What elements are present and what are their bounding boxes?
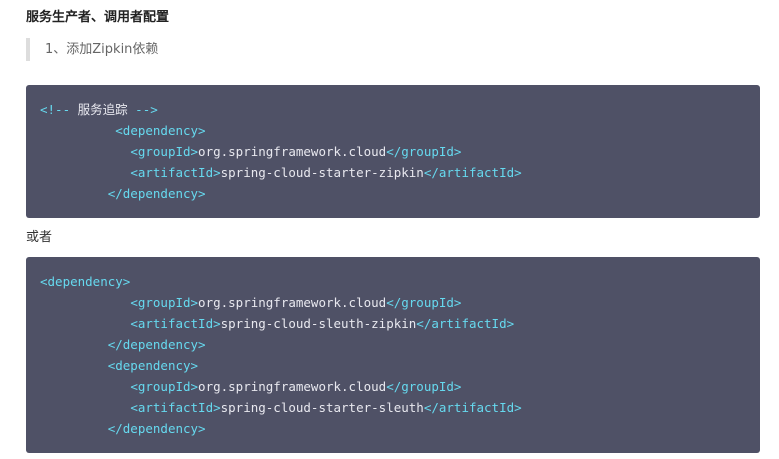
code-tag: <artifactId> (130, 316, 221, 331)
code-text: spring-cloud-starter-sleuth (220, 400, 424, 415)
code-comment: --> (127, 102, 158, 117)
code-text: spring-cloud-starter-zipkin (220, 165, 424, 180)
step-quote: 1、添加Zipkin依赖 (26, 38, 158, 61)
code-tag: </groupId> (386, 379, 462, 394)
code-tag: <artifactId> (130, 400, 221, 415)
code-block-sleuth[interactable]: <dependency> <groupId>org.springframewor… (26, 257, 760, 453)
code-tag: <artifactId> (130, 165, 221, 180)
code-line: <!-- 服务追踪 --> (40, 99, 760, 120)
code-tag: </dependency> (107, 337, 206, 352)
code-tag: </dependency> (107, 186, 206, 201)
code-text: org.springframework.cloud (198, 295, 387, 310)
code-line: <artifactId>spring-cloud-starter-sleuth<… (40, 397, 760, 418)
code-line: <artifactId>spring-cloud-starter-zipkin<… (40, 162, 760, 183)
code-text: org.springframework.cloud (198, 144, 387, 159)
code-text: spring-cloud-sleuth-zipkin (220, 316, 417, 331)
code-line: <groupId>org.springframework.cloud</grou… (40, 376, 760, 397)
code-line: <groupId>org.springframework.cloud</grou… (40, 141, 760, 162)
code-tag: </groupId> (386, 144, 462, 159)
or-text: 或者 (26, 230, 53, 245)
code-tag: <dependency> (40, 274, 131, 289)
code-comment: <!-- (40, 102, 78, 117)
code-comment: 服务追踪 (77, 102, 128, 117)
code-line: <dependency> (40, 120, 760, 141)
code-tag: <groupId> (130, 295, 199, 310)
code-line: <groupId>org.springframework.cloud</grou… (40, 292, 760, 313)
code-tag: </artifactId> (416, 316, 515, 331)
code-tag: <dependency> (115, 123, 206, 138)
code-line: </dependency> (40, 183, 760, 204)
code-line: <dependency> (40, 271, 760, 292)
code-line: <artifactId>spring-cloud-sleuth-zipkin</… (40, 313, 760, 334)
code-tag: <dependency> (107, 358, 199, 373)
code-tag: </dependency> (107, 421, 206, 436)
code-tag: </groupId> (386, 295, 462, 310)
code-tag: <groupId> (130, 144, 199, 159)
section-heading: 服务生产者、调用者配置 (26, 10, 170, 25)
code-tag: <groupId> (130, 379, 199, 394)
code-line: </dependency> (40, 334, 760, 355)
code-tag: </artifactId> (423, 400, 522, 415)
code-tag: </artifactId> (423, 165, 522, 180)
code-line: <dependency> (40, 355, 760, 376)
code-block-zipkin[interactable]: <!-- 服务追踪 --> <dependency> <groupId>org.… (26, 85, 760, 218)
code-text: org.springframework.cloud (198, 379, 387, 394)
code-line: </dependency> (40, 418, 760, 439)
